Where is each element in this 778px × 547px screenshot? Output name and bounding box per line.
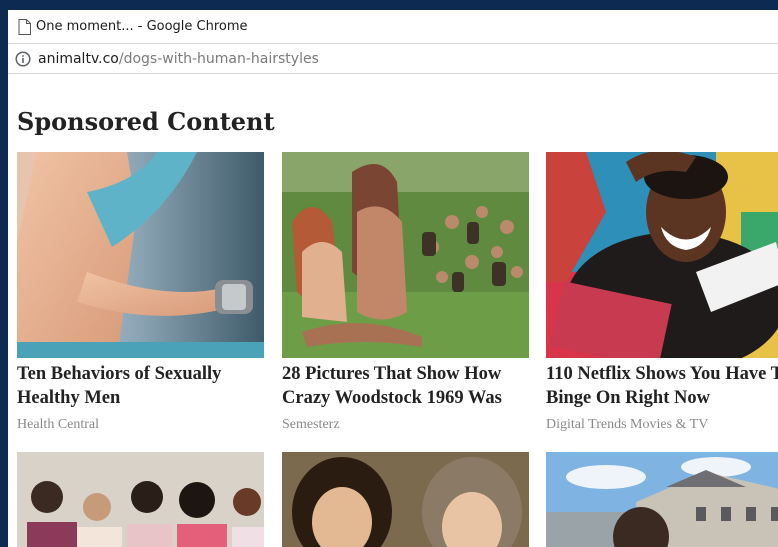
window-title: One moment... - Google Chrome (36, 19, 248, 34)
sponsored-heading: Sponsored Content (17, 107, 275, 136)
thumbnail-image[interactable] (17, 152, 264, 358)
sponsored-card[interactable]: 110 Netflix Shows You Have To Binge On R… (546, 152, 778, 433)
thumbnail-image[interactable] (17, 452, 264, 547)
card-source: Health Central (17, 417, 100, 432)
card-title[interactable]: 110 Netflix Shows You Have To Binge On R… (546, 362, 778, 410)
page-content: Sponsored Content Ten Behaviors of Sexua… (8, 75, 778, 547)
card-source: Semesterz (282, 417, 340, 432)
page-icon (18, 18, 31, 35)
thumbnail-image[interactable] (546, 452, 778, 547)
info-icon[interactable] (15, 50, 31, 67)
browser-window: One moment... - Google Chrome animaltv.c… (8, 10, 778, 547)
address-bar[interactable]: animaltv.co/dogs-with-human-hairstyles (8, 43, 778, 74)
thumbnail-image[interactable] (282, 152, 529, 358)
thumbnail-image[interactable] (282, 452, 529, 547)
card-source: Digital Trends Movies & TV (546, 417, 709, 432)
sponsored-card[interactable]: 28 Pictures That Show How Crazy Woodstoc… (282, 152, 529, 433)
thumbnail-image[interactable] (546, 152, 778, 358)
url-text[interactable]: animaltv.co/dogs-with-human-hairstyles (38, 51, 319, 67)
url-path: /dogs-with-human-hairstyles (118, 50, 319, 67)
url-domain: animaltv.co (38, 50, 119, 67)
sponsored-card[interactable]: Ten Behaviors of Sexually Healthy Men He… (17, 152, 264, 433)
card-title[interactable]: Ten Behaviors of Sexually Healthy Men (17, 362, 264, 410)
card-title[interactable]: 28 Pictures That Show How Crazy Woodstoc… (282, 362, 529, 410)
title-bar: One moment... - Google Chrome (8, 10, 778, 43)
